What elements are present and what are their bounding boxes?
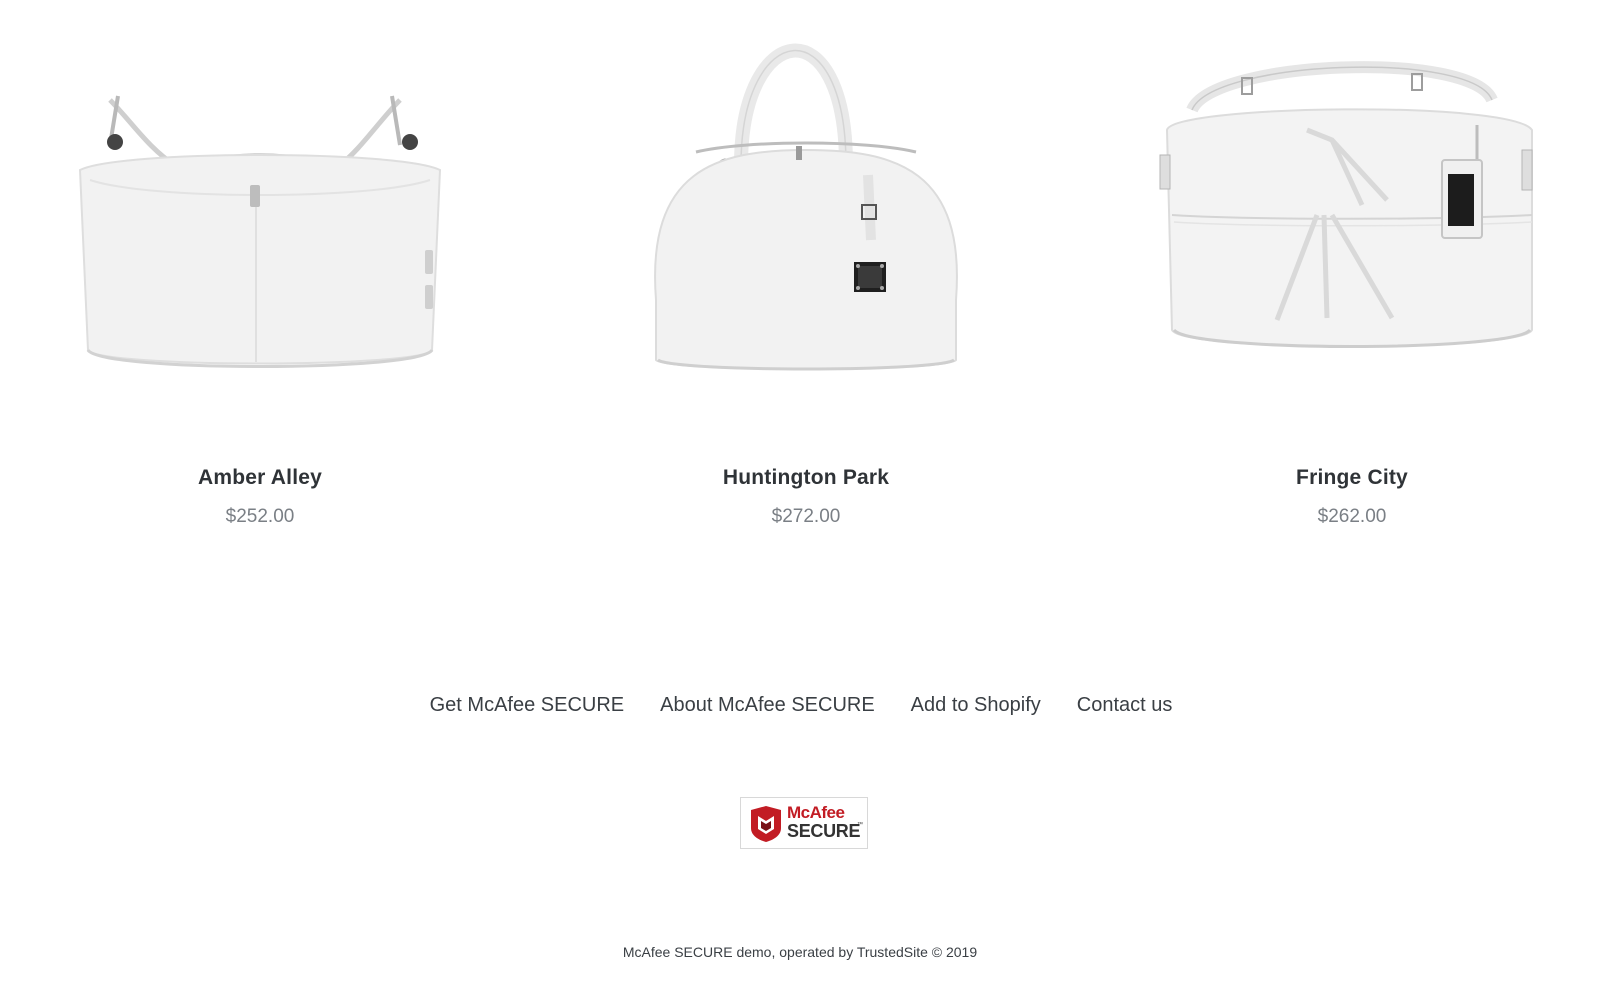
copyright-text: McAfee SECURE demo, operated by TrustedS… [622,944,978,960]
badge-secure-text: SECURE [787,821,861,841]
product-price: $262.00 [1317,506,1387,527]
product-card-amber-alley[interactable]: Amber Alley $252.00 [0,0,520,527]
product-image[interactable] [0,0,520,440]
product-title[interactable]: Fringe City [1092,466,1600,490]
badge-trademark: ™ [857,822,863,828]
product-price: $272.00 [771,506,841,527]
product-card-huntington-park[interactable]: Huntington Park $272.00 [546,0,1066,527]
product-grid: Amber Alley $252.00 Huntington Park $272… [0,0,1600,560]
footer-link-add-to-shopify[interactable]: Add to Shopify [909,694,1041,717]
product-card-fringe-city[interactable]: Fringe City $262.00 [1092,0,1600,527]
mcafee-shield-icon [751,806,781,842]
product-image[interactable] [546,0,1066,440]
footer-link-get-mcafee-secure[interactable]: Get McAfee SECURE [428,694,625,717]
product-title[interactable]: Huntington Park [546,466,1066,490]
product-image[interactable] [1092,0,1600,440]
white-shoulder-bag-icon [1159,61,1533,348]
badge-brand-text: McAfee [787,803,845,822]
footer-link-about-mcafee-secure[interactable]: About McAfee SECURE [658,694,875,717]
white-hobo-bag-icon [78,95,442,368]
product-title[interactable]: Amber Alley [0,466,520,490]
page: Amber Alley $252.00 Huntington Park $272… [0,0,1600,1006]
footer-nav: Get McAfee SECURE About McAfee SECURE Ad… [0,694,1600,717]
footer-link-contact-us[interactable]: Contact us [1075,694,1173,717]
white-dome-satchel-icon [654,43,958,371]
mcafee-secure-badge[interactable]: McAfee SECURE ™ [740,797,868,849]
product-price: $252.00 [225,506,295,527]
